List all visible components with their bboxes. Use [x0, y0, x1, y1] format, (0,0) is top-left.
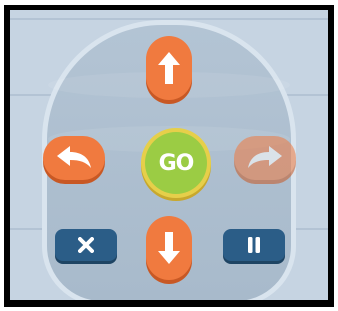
control-panel: GO — [10, 10, 328, 300]
move-forward-button[interactable] — [146, 36, 192, 100]
pause-button[interactable] — [223, 229, 285, 261]
turn-right-icon — [248, 146, 282, 168]
turn-right-button[interactable] — [234, 136, 296, 180]
arrow-up-icon — [158, 52, 180, 84]
go-button[interactable]: GO — [145, 132, 207, 194]
pause-icon — [248, 237, 260, 253]
cancel-button[interactable] — [55, 229, 117, 261]
arrow-down-icon — [158, 232, 180, 264]
close-icon — [78, 237, 94, 253]
turn-left-button[interactable] — [43, 136, 105, 180]
turn-left-icon — [57, 146, 91, 168]
move-back-button[interactable] — [146, 216, 192, 280]
go-label: GO — [158, 150, 195, 176]
